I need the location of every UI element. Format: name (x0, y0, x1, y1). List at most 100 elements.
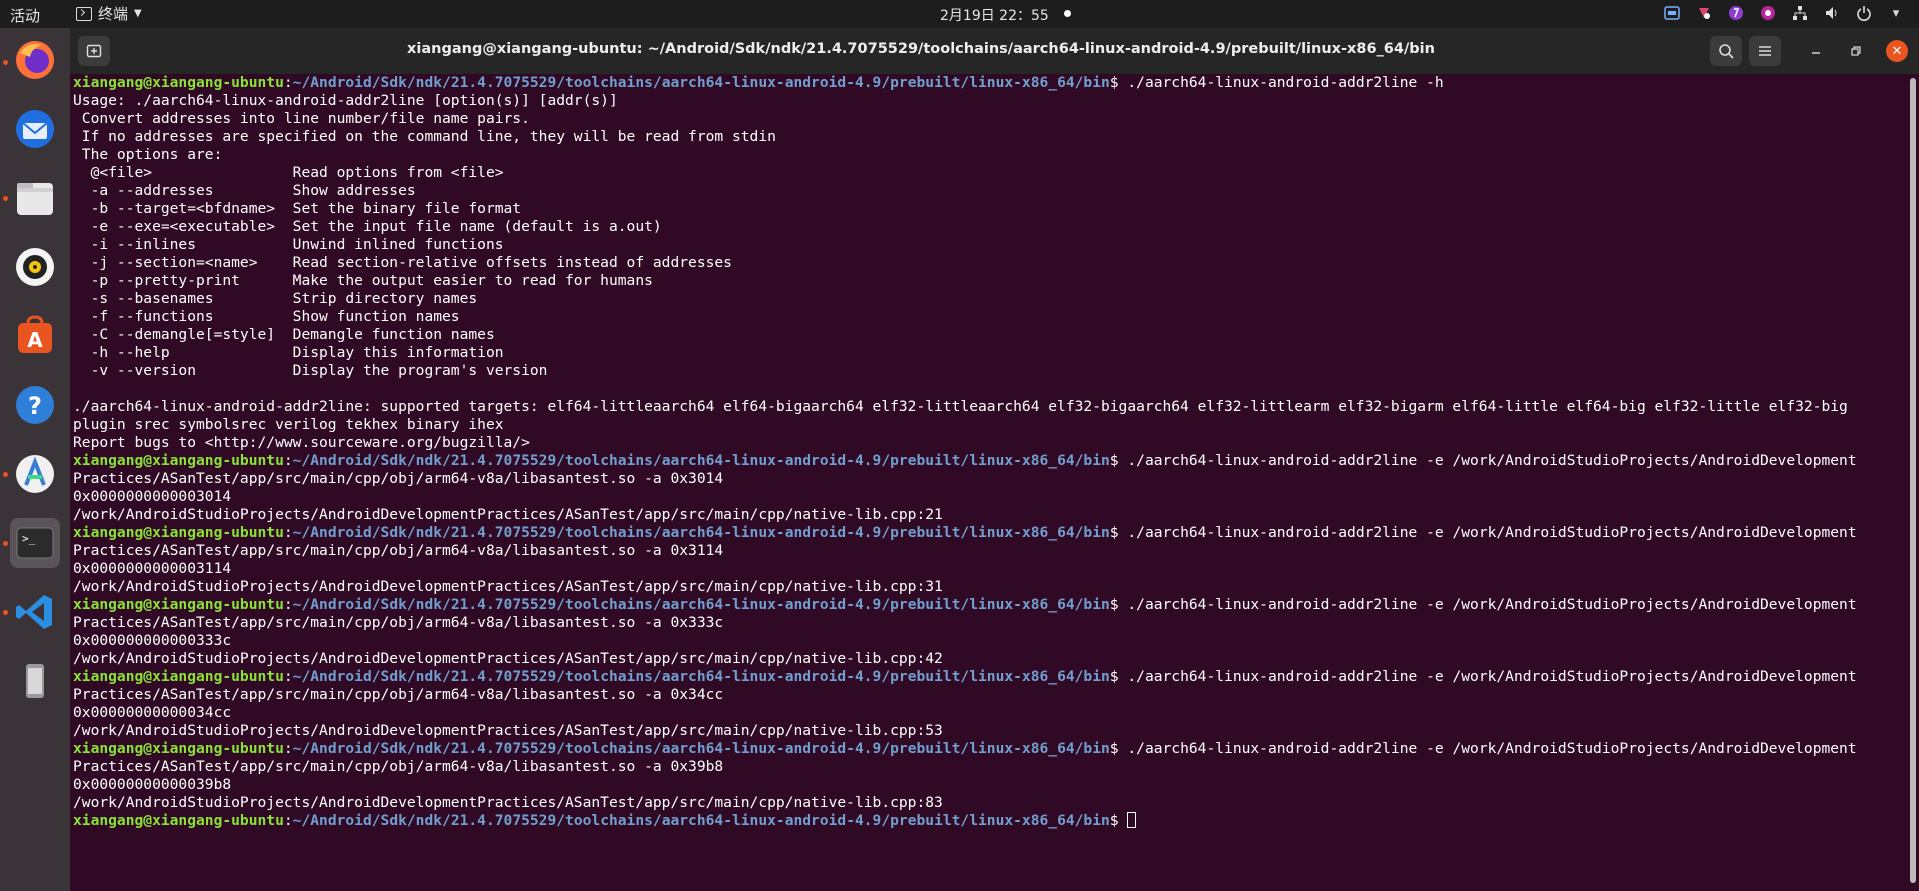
output-line: Convert addresses into line number/file … (73, 110, 530, 127)
prompt-user: xiangang@xiangang-ubuntu (73, 596, 284, 613)
prompt-dollar: $ (1109, 524, 1119, 541)
prompt-line: xiangang@xiangang-ubuntu:~/Android/Sdk/n… (73, 740, 1903, 758)
hamburger-menu-icon (1759, 46, 1771, 56)
prompt-separator: : (283, 74, 293, 91)
thunderbird-icon (16, 110, 54, 148)
minimize-button[interactable] (1800, 36, 1832, 66)
close-button[interactable]: ✕ (1886, 40, 1908, 62)
output-line: -s --basenames Strip directory names (73, 290, 478, 307)
output-line: -e --exe=<executable> Set the input file… (73, 218, 662, 235)
output-line: -f --functions Show function names (73, 308, 460, 325)
output-line: Report bugs to <http://www.sourceware.or… (73, 434, 530, 451)
maximize-button[interactable] (1840, 36, 1872, 66)
output-line: /work/AndroidStudioProjects/AndroidDevel… (73, 506, 943, 523)
output-line: Practices/ASanTest/app/src/main/cpp/obj/… (73, 686, 724, 703)
output-line: The options are: (73, 146, 223, 163)
command-text: ./aarch64-linux-android-addr2line -h (1118, 74, 1444, 91)
prompt-user: xiangang@xiangang-ubuntu (73, 452, 284, 469)
prompt-path: ~/Android/Sdk/ndk/21.4.7075529/toolchain… (292, 74, 1110, 91)
prompt-separator: : (283, 452, 293, 469)
dock-terminal[interactable]: >_ (10, 518, 60, 568)
output-line: Practices/ASanTest/app/src/main/cpp/obj/… (73, 614, 724, 631)
search-button[interactable] (1710, 36, 1742, 66)
prompt-line: xiangang@xiangang-ubuntu:~/Android/Sdk/n… (73, 596, 1903, 614)
menu-button[interactable] (1749, 36, 1781, 66)
help-icon: ? (16, 386, 54, 424)
dock-help[interactable]: ? (10, 380, 60, 430)
rhythmbox-icon (16, 248, 54, 286)
files-icon (17, 183, 53, 215)
dock-thunderbird[interactable] (10, 104, 60, 154)
prompt-path: ~/Android/Sdk/ndk/21.4.7075529/toolchain… (292, 596, 1110, 613)
network-icon[interactable] (1791, 4, 1809, 22)
command-text: ./aarch64-linux-android-addr2line -e /wo… (1118, 668, 1857, 685)
chevron-down-icon[interactable]: ▾ (1887, 4, 1905, 22)
volume-icon[interactable] (1823, 4, 1841, 22)
prompt-dollar: $ (1109, 812, 1119, 829)
prompt-user: xiangang@xiangang-ubuntu (73, 668, 284, 685)
prompt-dollar: $ (1109, 740, 1119, 757)
output-line: Practices/ASanTest/app/src/main/cpp/obj/… (73, 542, 724, 559)
device-icon (26, 664, 44, 698)
app-menu[interactable]: 终端 ▼ (76, 3, 142, 24)
output-line: -a --addresses Show addresses (73, 182, 416, 199)
indicator-circle-icon[interactable] (1727, 4, 1745, 22)
activities-button[interactable]: 活动 (10, 5, 40, 26)
command-text: ./aarch64-linux-android-addr2line -e /wo… (1118, 596, 1857, 613)
prompt-line: xiangang@xiangang-ubuntu:~/Android/Sdk/n… (73, 524, 1903, 542)
output-line: plugin srec symbolsrec verilog tekhex bi… (73, 416, 504, 433)
clock[interactable]: 2月19日 22：55 (940, 5, 1049, 25)
output-line: /work/AndroidStudioProjects/AndroidDevel… (73, 794, 943, 811)
dock-device[interactable] (10, 656, 60, 706)
window-title: xiangang@xiangang-ubuntu: ~/Android/Sdk/… (407, 41, 1435, 57)
output-line: /work/AndroidStudioProjects/AndroidDevel… (73, 650, 943, 667)
header-bar: xiangang@xiangang-ubuntu: ~/Android/Sdk/… (70, 28, 1919, 74)
dock-vscode[interactable] (10, 587, 60, 637)
prompt-dollar: $ (1109, 452, 1119, 469)
output-line: -j --section=<name> Read section-relativ… (73, 254, 732, 271)
chevron-down-icon: ▼ (134, 8, 142, 19)
output-line: 0x00000000000039b8 (73, 776, 232, 793)
dock-software-store[interactable]: A (10, 311, 60, 361)
power-icon[interactable] (1855, 4, 1873, 22)
close-icon: ✕ (1891, 43, 1903, 59)
app-menu-label: 终端 (98, 5, 129, 23)
dock-files[interactable] (10, 173, 60, 223)
prompt-line: xiangang@xiangang-ubuntu:~/Android/Sdk/n… (73, 668, 1903, 686)
svg-text:A: A (27, 328, 43, 352)
minimize-icon (1812, 52, 1820, 54)
dock-rhythmbox[interactable] (10, 242, 60, 292)
output-line: /work/AndroidStudioProjects/AndroidDevel… (73, 578, 943, 595)
output-line: @<file> Read options from <file> (73, 164, 504, 181)
prompt-separator: : (283, 524, 293, 541)
tray-app-icon[interactable] (1759, 4, 1777, 22)
notification-dot (1064, 10, 1071, 17)
running-indicator (3, 60, 8, 65)
running-indicator (3, 541, 8, 546)
prompt-dollar: $ (1109, 74, 1119, 91)
output-line: If no addresses are specified on the com… (73, 128, 776, 145)
command-text: ./aarch64-linux-android-addr2line -e /wo… (1118, 524, 1857, 541)
prompt-path: ~/Android/Sdk/ndk/21.4.7075529/toolchain… (292, 740, 1110, 757)
prompt-user: xiangang@xiangang-ubuntu (73, 812, 284, 829)
terminal-icon: >_ (16, 527, 54, 559)
output-line: ./aarch64-linux-android-addr2line: suppo… (73, 398, 1848, 415)
output-line: -p --pretty-print Make the output easier… (73, 272, 653, 289)
output-line: Practices/ASanTest/app/src/main/cpp/obj/… (73, 470, 724, 487)
terminal-output[interactable]: xiangang@xiangang-ubuntu:~/Android/Sdk/n… (73, 74, 1903, 891)
dock: A ? >_ (0, 28, 70, 891)
command-text: ./aarch64-linux-android-addr2line -e /wo… (1118, 740, 1857, 757)
dock-android-studio[interactable] (10, 449, 60, 499)
prompt-dollar: $ (1109, 668, 1119, 685)
input-method-icon[interactable] (1663, 4, 1681, 22)
system-tray: ▾ (1663, 4, 1905, 22)
prompt-line: xiangang@xiangang-ubuntu:~/Android/Sdk/n… (73, 452, 1903, 470)
search-icon (1719, 44, 1734, 59)
output-line: 0x000000000000333c (73, 632, 232, 649)
output-line: 0x0000000000003014 (73, 488, 232, 505)
dock-firefox[interactable] (10, 35, 60, 85)
scrollbar[interactable] (1910, 78, 1916, 883)
app-indicator-icon[interactable] (1695, 4, 1713, 22)
firefox-icon (16, 41, 54, 79)
